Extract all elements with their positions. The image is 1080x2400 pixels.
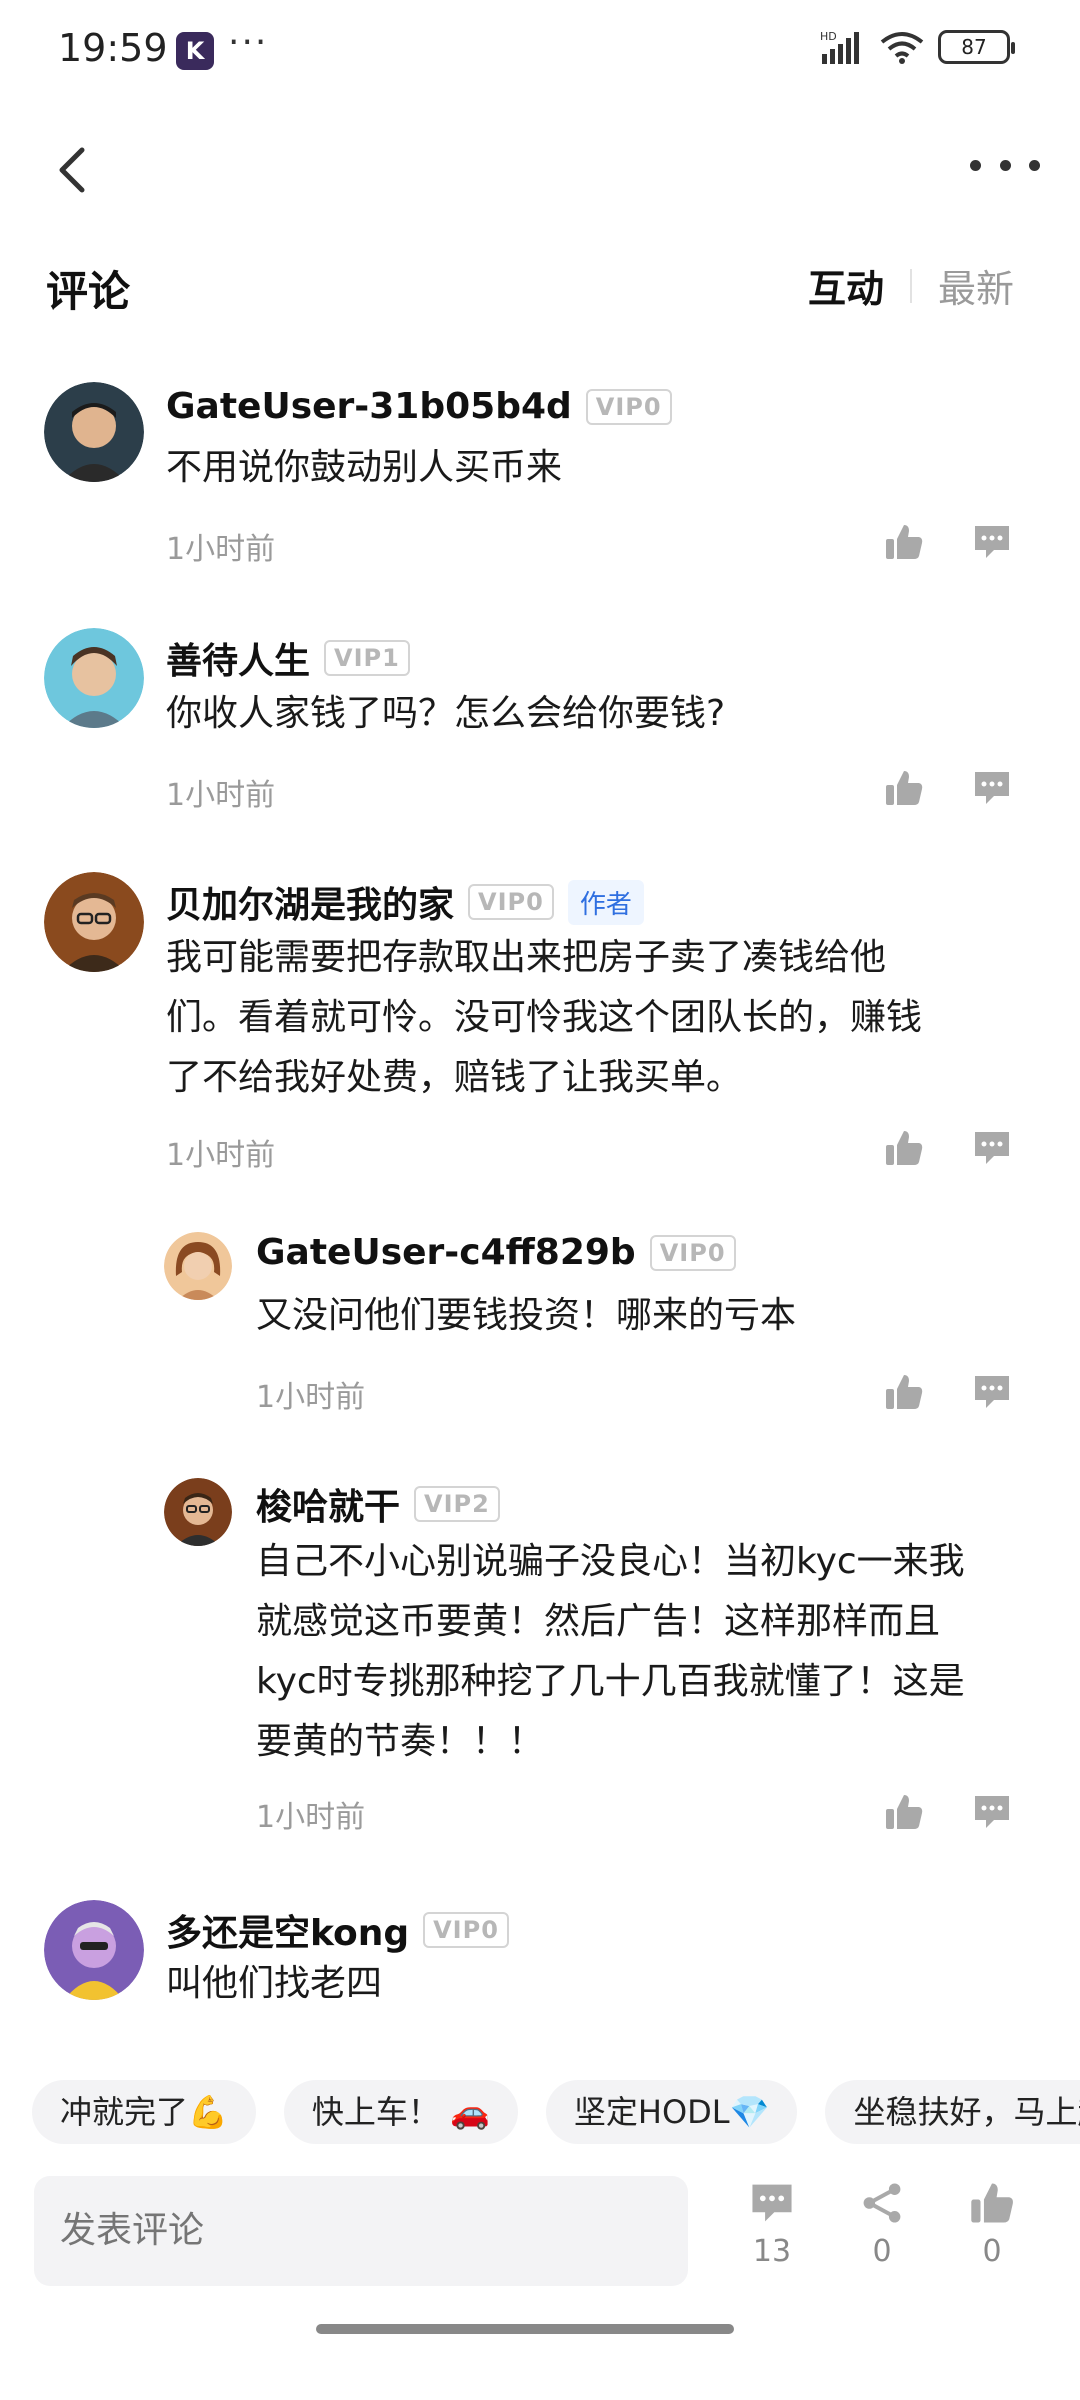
avatar[interactable] <box>164 1478 232 1546</box>
more-dots-icon <box>970 159 981 171</box>
username[interactable]: 贝加尔湖是我的家 <box>166 876 454 928</box>
quick-reply-chips: 冲就完了💪 快上车！ 🚗 坚定HODL💎 坐稳扶好，马上起 <box>32 2080 1080 2144</box>
tab-latest[interactable]: 最新 <box>938 258 1014 313</box>
avatar[interactable] <box>44 872 144 972</box>
quick-reply-chip[interactable]: 坚定HODL💎 <box>545 2080 798 2144</box>
comment-text-line: 要黄的节奏！！！ <box>256 1721 545 1762</box>
comment-text-line: 了不给我好处费，赔钱了让我买单。 <box>166 1057 743 1098</box>
quick-reply-chip[interactable]: 坐稳扶好，马上起 <box>825 2080 1080 2144</box>
comment-icon <box>975 1132 1009 1164</box>
comment-text-line: 自己不小心别说骗子没良心！当初kyc一来我 <box>256 1541 965 1582</box>
battery-indicator: 87 <box>938 30 1015 64</box>
comment-icon <box>975 1376 1009 1408</box>
thumb-up-icon <box>971 2183 1013 2223</box>
comment-header: GateUser-31b05b4d VIP0 <box>166 386 672 427</box>
avatar[interactable] <box>44 628 144 728</box>
vip-badge: VIP0 <box>585 388 672 425</box>
like-button[interactable] <box>884 768 924 808</box>
avatar[interactable] <box>44 382 144 482</box>
svg-text:HD: HD <box>820 30 837 43</box>
share-button[interactable]: 0 <box>842 2180 922 2269</box>
tab-interaction[interactable]: 互动 <box>808 258 884 313</box>
thumb-up-icon <box>886 1131 923 1165</box>
comment-icon <box>752 2184 792 2222</box>
share-icon <box>863 2183 901 2223</box>
comment-text-line: 就感觉这币要黄！然后广告！这样那样而且 <box>256 1601 941 1642</box>
like-count: 0 <box>982 2234 1002 2269</box>
page-title: 评论 <box>46 267 131 316</box>
comment-text: 我可能需要把存款取出来把房子卖了凑钱给他 们。看着就可怜。没可怜我这个团队长的，… <box>166 928 922 1108</box>
vip-badge: VIP0 <box>423 1912 509 1948</box>
comment-time: 1小时前 <box>256 1380 366 1415</box>
avatar[interactable] <box>44 1900 144 2000</box>
tab-divider <box>909 268 912 303</box>
comment-header: 贝加尔湖是我的家 VIP0 作者 <box>166 876 644 928</box>
wifi-icon <box>880 32 924 64</box>
thumb-up-icon <box>886 771 923 805</box>
comment-time: 1小时前 <box>256 1800 366 1835</box>
comment-text-line: 们。看着就可怜。没可怜我这个团队长的，赚钱 <box>166 997 923 1038</box>
comment-header: 善待人生 VIP1 <box>166 632 410 684</box>
username[interactable]: 善待人生 <box>166 632 310 684</box>
more-options-button[interactable] <box>970 140 1040 190</box>
comment-text: 自己不小心别说骗子没良心！当初kyc一来我 就感觉这币要黄！然后广告！这样那样而… <box>256 1532 965 1772</box>
reply-button[interactable] <box>972 1372 1012 1412</box>
quick-reply-chip[interactable]: 快上车！ 🚗 <box>283 2080 518 2144</box>
reply-button[interactable] <box>972 522 1012 562</box>
home-indicator[interactable] <box>316 2324 734 2334</box>
like-button[interactable] <box>884 1372 924 1412</box>
comment-time: 1小时前 <box>166 532 276 567</box>
comment-text-line: 我可能需要把存款取出来把房子卖了凑钱给他 <box>166 937 887 978</box>
thumb-up-icon <box>886 1375 923 1409</box>
comment-icon <box>975 1796 1009 1828</box>
comment-time: 1小时前 <box>166 1138 276 1173</box>
thumb-up-icon <box>886 1795 923 1829</box>
status-time: 19:59 <box>58 26 168 70</box>
vip-badge: VIP1 <box>324 640 410 676</box>
username[interactable]: GateUser-31b05b4d <box>166 386 572 427</box>
reply-button[interactable] <box>972 1128 1012 1168</box>
signal-icon: HD <box>820 30 859 64</box>
app-notification-icon: K <box>176 32 214 70</box>
more-dot <box>999 159 1011 171</box>
like-button[interactable] <box>884 1128 924 1168</box>
status-icons: HD 87 <box>820 30 1015 64</box>
username[interactable]: 梭哈就干 <box>256 1478 400 1530</box>
share-count: 0 <box>872 2234 892 2269</box>
vip-badge: VIP2 <box>414 1486 500 1522</box>
comment-icon <box>975 772 1009 804</box>
author-badge: 作者 <box>567 879 644 925</box>
comments-count-button[interactable]: 13 <box>732 2180 812 2269</box>
more-notifications-icon: ··· <box>228 22 269 63</box>
reply-header: 梭哈就干 VIP2 <box>256 1478 500 1530</box>
comment-input[interactable] <box>34 2176 688 2286</box>
comment-time: 1小时前 <box>166 778 276 813</box>
comment-icon <box>975 526 1009 558</box>
like-button[interactable] <box>884 1792 924 1832</box>
comment-text: 你收人家钱了吗？怎么会给你要钱? <box>166 693 726 734</box>
comment-text: 不用说你鼓动别人买币来 <box>166 447 563 488</box>
chevron-left-icon <box>59 147 85 193</box>
username[interactable]: 多还是空kong <box>166 1904 409 1956</box>
vip-badge: VIP0 <box>649 1234 736 1271</box>
status-bar: 19:59 K ··· HD 87 <box>0 0 1080 100</box>
vip-badge: VIP0 <box>468 884 554 920</box>
reply-header: GateUser-c4ff829b VIP0 <box>256 1232 736 1273</box>
comment-text: 叫他们找老四 <box>166 1963 383 2004</box>
quick-reply-chip[interactable]: 冲就完了💪 <box>32 2080 256 2144</box>
sort-tabs: 互动 最新 <box>808 258 1014 313</box>
comment-header: 多还是空kong VIP0 <box>166 1904 509 1956</box>
like-post-button[interactable]: 0 <box>952 2180 1032 2269</box>
thumb-up-icon <box>886 525 923 559</box>
comment-text-line: kyc时专挑那种挖了几十几百我就懂了！这是 <box>256 1661 965 1702</box>
comment-count: 13 <box>752 2234 792 2269</box>
reply-button[interactable] <box>972 768 1012 808</box>
reply-button[interactable] <box>972 1792 1012 1832</box>
comment-text: 又没问他们要钱投资！哪来的亏本 <box>256 1295 797 1336</box>
like-button[interactable] <box>884 522 924 562</box>
back-button[interactable] <box>44 140 104 200</box>
more-dot <box>1029 159 1040 171</box>
avatar[interactable] <box>164 1232 232 1300</box>
username[interactable]: GateUser-c4ff829b <box>256 1232 636 1273</box>
